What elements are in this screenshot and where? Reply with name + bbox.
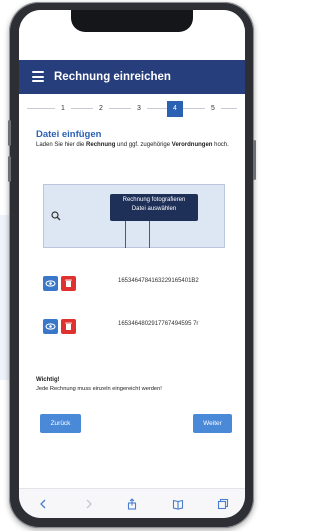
back-button[interactable]: Zurück [40, 414, 81, 433]
desc-text: und ggf. zugehörige [115, 142, 172, 148]
step-5[interactable]: 5 [205, 101, 221, 117]
back-icon[interactable] [37, 498, 49, 510]
step-indicator: 1 2 3 4 5 [27, 101, 237, 117]
hamburger-menu-icon[interactable] [32, 71, 44, 82]
step-4[interactable]: 4 [167, 101, 183, 117]
option-take-photo[interactable]: Rechnung fotografieren [110, 196, 198, 205]
view-file-button[interactable] [43, 276, 58, 291]
bookmarks-icon[interactable] [172, 498, 184, 510]
page-title: Rechnung einreichen [54, 71, 171, 83]
forward-icon[interactable] [83, 498, 95, 510]
app-header: Rechnung einreichen [19, 60, 245, 94]
trash-icon [65, 279, 72, 287]
phone-power-button [253, 140, 256, 180]
upload-options-menu: Rechnung fotografieren Datei auswählen [110, 194, 198, 221]
option-choose-file[interactable]: Datei auswählen [110, 205, 198, 214]
step-2[interactable]: 2 [93, 101, 109, 117]
desc-text: hoch. [212, 142, 229, 148]
step-3[interactable]: 3 [131, 101, 147, 117]
status-area [19, 10, 245, 60]
share-icon[interactable] [126, 498, 138, 510]
browser-toolbar [19, 488, 245, 518]
next-button[interactable]: Weiter [193, 414, 232, 433]
eye-icon [45, 323, 56, 330]
delete-file-button[interactable] [61, 319, 76, 334]
phone-side-button [8, 120, 11, 146]
desc-bold-rechnung: Rechnung [86, 142, 116, 148]
file-id: 1653464802917767494595 7r [118, 321, 199, 327]
phone-side-button [8, 156, 11, 182]
file-id: 1653464784163229165401B2 [118, 278, 199, 284]
file-row: 1653464802917767494595 7r [43, 319, 233, 334]
desc-text: Laden Sie hier die [36, 142, 87, 148]
section-description: Laden Sie hier die Rechnung und ggf. zug… [36, 141, 232, 150]
section-title: Datei einfügen [36, 129, 102, 140]
tabs-icon[interactable] [217, 498, 229, 510]
search-icon [51, 211, 61, 221]
upload-dropzone[interactable]: Rechnung fotografieren Datei auswählen [43, 184, 225, 248]
phone-screen: Rechnung einreichen 1 2 3 4 5 Datei einf… [19, 10, 245, 518]
step-1[interactable]: 1 [55, 101, 71, 117]
view-file-button[interactable] [43, 319, 58, 334]
desc-bold-verordnungen: Verordnungen [171, 142, 213, 148]
phone-notch [71, 10, 193, 32]
delete-file-button[interactable] [61, 276, 76, 291]
notice-title: Wichtig! [36, 377, 60, 383]
notice-text: Jede Rechnung muss einzeln eingereicht w… [36, 386, 162, 392]
file-row: 1653464784163229165401B2 [43, 276, 233, 291]
trash-icon [65, 322, 72, 330]
eye-icon [45, 280, 56, 287]
